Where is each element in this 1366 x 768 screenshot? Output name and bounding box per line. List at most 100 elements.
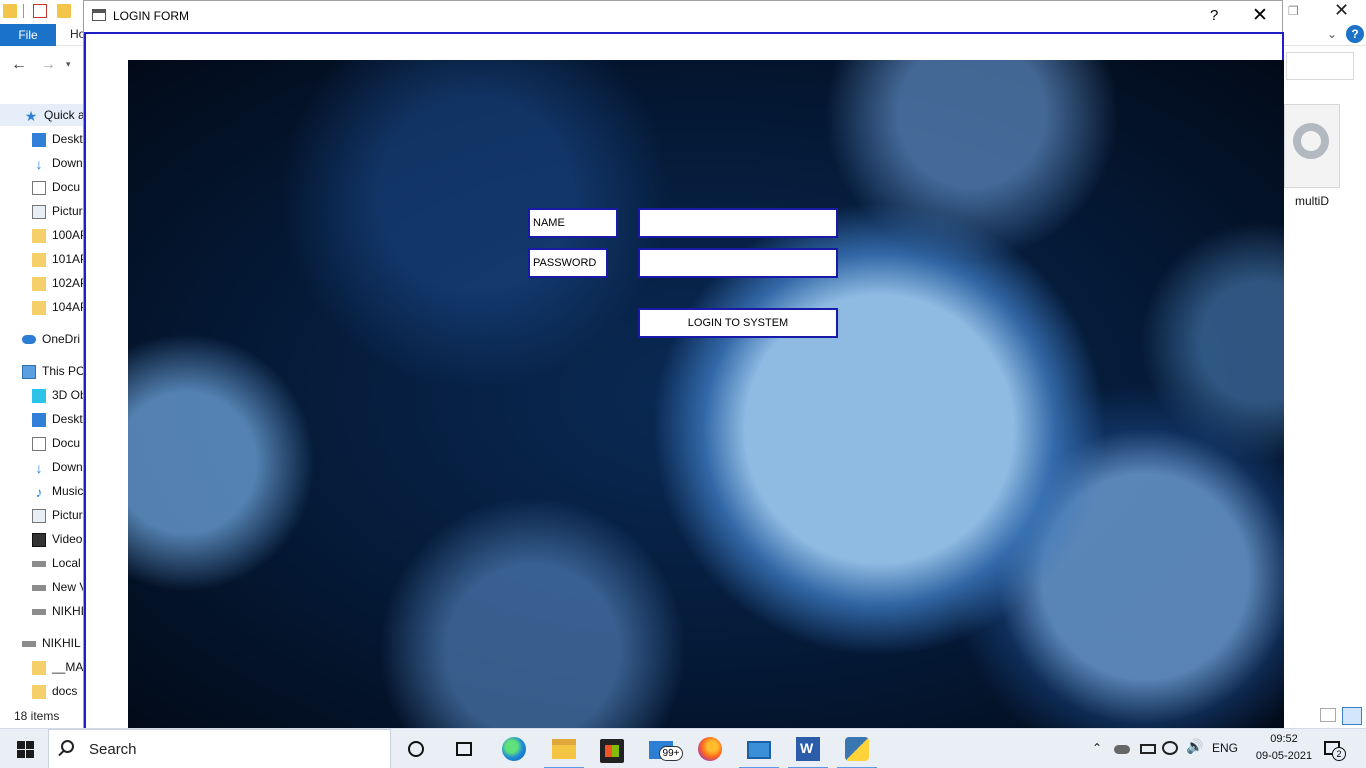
status-item-count: 18 items [14, 709, 60, 723]
sidebar-item[interactable]: 104AP [32, 296, 84, 318]
sidebar-item[interactable]: 101AP [32, 248, 84, 270]
notification-button[interactable]: 2 [1316, 733, 1356, 765]
login-button[interactable]: LOGIN TO SYSTEM [638, 308, 838, 338]
folder-icon[interactable] [3, 4, 17, 18]
sidebar-item[interactable]: New V [32, 576, 84, 598]
edge-button[interactable] [490, 729, 538, 768]
firefox-button[interactable] [686, 729, 734, 768]
sidebar-item[interactable]: Pictur [32, 504, 83, 526]
network-icon[interactable] [1162, 741, 1178, 755]
sidebar-item-label: 100AP [52, 228, 84, 242]
battery-icon[interactable] [1140, 744, 1156, 754]
search-placeholder: Search [89, 741, 137, 758]
mail-button[interactable]: 99+ [637, 729, 685, 768]
new-folder-icon[interactable] [57, 4, 71, 18]
sidebar-item-label: New V [52, 580, 84, 594]
task-view-button[interactable] [440, 729, 488, 768]
explorer-search-input[interactable] [1286, 52, 1354, 80]
name-input[interactable] [638, 208, 838, 238]
sidebar-item[interactable]: This PC [22, 360, 84, 382]
window-app-icon [92, 9, 106, 21]
download-icon: ↓ [35, 155, 43, 172]
name-label: NAME [528, 208, 618, 238]
sidebar-item-label: Deskt [52, 412, 83, 426]
sidebar-item[interactable]: __MA [32, 656, 83, 678]
sidebar-item-label: OneDri [42, 332, 81, 346]
sidebar-item[interactable]: NIKHIL [22, 632, 81, 654]
sidebar-item[interactable]: docs [32, 680, 77, 702]
drive-icon [32, 560, 46, 567]
large-icons-view-icon[interactable] [1342, 707, 1362, 725]
store-button[interactable] [588, 729, 636, 768]
volume-icon[interactable]: 🔊 [1186, 738, 1203, 754]
pictures-icon [32, 508, 46, 523]
sidebar-item[interactable]: 100AP [32, 224, 84, 246]
word-icon [796, 737, 820, 761]
clock-time[interactable]: 09:52 [1262, 733, 1306, 745]
sidebar-item[interactable]: Docu [32, 176, 80, 198]
chevron-up-icon[interactable]: ⌃ [1092, 741, 1102, 755]
sidebar-item[interactable]: NIKHI [32, 600, 84, 622]
close-button[interactable]: ✕ [1252, 4, 1268, 27]
close-icon[interactable]: ✕ [1334, 0, 1349, 21]
clock-date[interactable]: 09-05-2021 [1248, 750, 1320, 762]
sidebar-item[interactable]: Video [32, 528, 82, 550]
gear-icon [1293, 123, 1329, 159]
onedrive-icon[interactable] [1114, 745, 1130, 754]
sidebar-item[interactable]: ↓ Down [32, 152, 83, 174]
taskbar-search-input[interactable]: Search [48, 729, 391, 768]
sidebar-item-label: 3D Ob [52, 388, 84, 402]
file-name[interactable]: multiD [1295, 194, 1329, 208]
back-arrow-icon[interactable]: ← [11, 56, 27, 74]
sidebar-item[interactable]: Local [32, 552, 81, 574]
details-view-icon[interactable] [1320, 708, 1336, 722]
store-icon [600, 739, 624, 763]
task-view-icon [456, 742, 472, 756]
file-explorer-button[interactable] [540, 729, 588, 768]
sidebar-item-label: 102AP [52, 276, 84, 290]
sidebar-item[interactable]: ↓ Down [32, 456, 83, 478]
language-indicator[interactable]: ENG [1212, 741, 1238, 755]
sidebar-item[interactable]: 102AP [32, 272, 84, 294]
word-button[interactable] [784, 729, 832, 768]
sidebar-item[interactable]: ★ Quick a [0, 104, 84, 126]
drive-icon [22, 640, 36, 647]
help-icon[interactable]: ? [1346, 25, 1364, 43]
properties-icon[interactable] [33, 4, 47, 18]
forward-arrow-icon[interactable]: → [40, 56, 56, 74]
sidebar-item-label: Music [52, 484, 84, 498]
python-button[interactable] [833, 729, 881, 768]
sidebar-item[interactable]: Deskt [32, 408, 83, 430]
search-icon [61, 740, 74, 753]
sidebar-item[interactable]: Pictur [32, 200, 83, 222]
windows-logo-icon [17, 741, 25, 749]
pc-icon [22, 364, 36, 379]
start-button[interactable] [0, 729, 48, 768]
file-icon[interactable] [1284, 104, 1340, 188]
drive-icon [32, 608, 46, 615]
pictures-icon [32, 204, 46, 219]
tab-file[interactable]: File [0, 24, 56, 46]
sidebar-item[interactable]: OneDri [22, 328, 80, 350]
sidebar-item[interactable]: ♪ Music [32, 480, 84, 502]
chevron-down-icon[interactable]: ⌄ [1327, 27, 1337, 41]
app-button[interactable] [735, 729, 783, 768]
password-input[interactable] [638, 248, 838, 278]
sidebar-item-label: __MA [52, 660, 84, 674]
notification-count: 2 [1332, 747, 1346, 761]
sidebar-item-label: 101AP [52, 252, 84, 266]
firefox-icon [698, 737, 722, 761]
cortana-button[interactable] [392, 729, 440, 768]
file-explorer-icon [552, 739, 576, 759]
sidebar-item-label: Pictur [52, 204, 83, 218]
python-icon [845, 737, 869, 761]
sidebar-item[interactable]: Deskt [32, 128, 83, 150]
sidebar-item[interactable]: 3D Ob [32, 384, 84, 406]
login-titlebar: LOGIN FORM ? ✕ [84, 1, 1282, 32]
folder-icon [32, 684, 46, 699]
edge-icon [502, 737, 526, 761]
help-button[interactable]: ? [1210, 7, 1218, 24]
recent-locations-icon[interactable]: ▾ [66, 59, 71, 70]
restore-icon[interactable]: ❐ [1288, 4, 1299, 18]
sidebar-item[interactable]: Docu [32, 432, 80, 454]
